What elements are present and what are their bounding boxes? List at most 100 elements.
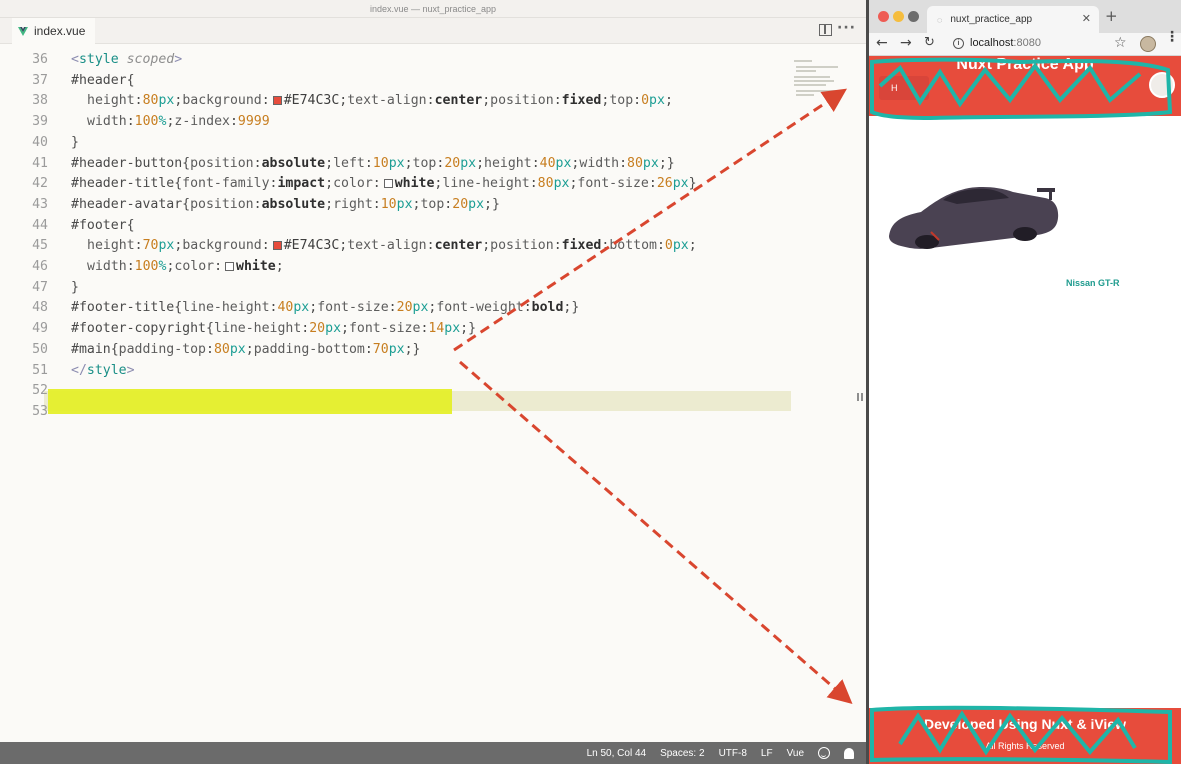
code-line-51[interactable]: 51 </style> (0, 361, 855, 382)
browser-tab-title: nuxt_practice_app (950, 14, 1033, 25)
footer-copyright: All Rights Reserved (985, 741, 1065, 751)
code-line-45[interactable]: 45 height:70px;background: #E74C3C;text-al… (0, 236, 855, 257)
scrollbar-marker (857, 393, 863, 401)
code-line-46[interactable]: 46 width:100%;color: white; (0, 257, 855, 278)
code-area[interactable]: 36 <style scoped> 37 #header{ 38 height:80px;… (0, 48, 855, 740)
new-tab-button[interactable]: + (1105, 7, 1118, 25)
editor-tab-bar: index.vue ··· (0, 18, 866, 44)
indentation-setting[interactable]: Spaces: 2 (660, 748, 704, 759)
code-line-43[interactable]: 43 #header-avatar{position:absolute;right… (0, 195, 855, 216)
editor-tab-label: index.vue (34, 24, 86, 38)
vue-file-icon (18, 26, 28, 36)
line-number: 50 (32, 341, 48, 357)
code-text[interactable]: <style scoped> (71, 50, 182, 71)
browser-window: ◌ nuxt_practice_app ✕ + ← → ↻ i localhos… (869, 0, 1181, 764)
code-text[interactable]: #header-button{position:absolute;left:10… (71, 154, 675, 175)
code-text[interactable]: height:70px;background: #E74C3C;text-alig… (71, 236, 697, 257)
page-footer: Developed Using Nuxt & iView All Rights … (869, 708, 1181, 764)
line-number: 52 (32, 383, 48, 399)
cursor-position[interactable]: Ln 50, Col 44 (587, 748, 647, 759)
more-actions-icon[interactable]: ··· (837, 20, 856, 36)
editor-scrollbar[interactable] (855, 48, 863, 740)
code-line-50[interactable]: 50 #main{padding-top:80px;padding-bottom:… (0, 340, 855, 361)
code-text[interactable]: #main{padding-top:80px;padding-bottom:70… (71, 340, 420, 361)
browser-menu-icon[interactable]: ⋮ (1165, 30, 1179, 44)
code-line-41[interactable]: 41 #header-button{position:absolute;left:… (0, 154, 855, 175)
code-text[interactable]: #header-avatar{position:absolute;right:1… (71, 195, 500, 216)
forward-arrow-icon[interactable]: → (900, 35, 912, 51)
close-tab-icon[interactable]: ✕ (1082, 12, 1091, 25)
line-number: 53 (32, 403, 48, 419)
reload-icon[interactable]: ↻ (924, 35, 935, 50)
editor-window-title: index.vue — nuxt_practice_app (0, 0, 866, 18)
line-number: 36 (32, 52, 48, 67)
line-number: 37 (32, 72, 48, 88)
car-name-label[interactable]: Nissan GT-R (1066, 278, 1120, 288)
footer-title: Developed Using Nuxt & iView (923, 716, 1126, 732)
code-text[interactable]: } (71, 278, 79, 299)
code-line-53[interactable]: 53 (0, 402, 855, 423)
code-line-48[interactable]: 48 #footer-title{line-height:40px;font-si… (0, 298, 855, 319)
extension-icon[interactable] (1140, 36, 1156, 52)
code-text[interactable]: #header-title{font-family:impact;color: w… (71, 174, 697, 195)
feedback-smiley-icon[interactable] (818, 747, 830, 759)
code-line-47[interactable]: 47} (0, 278, 855, 299)
minimize-window-button[interactable] (893, 11, 904, 22)
line-number: 41 (32, 155, 48, 171)
line-number: 43 (32, 196, 48, 212)
code-line-39[interactable]: 39 width:100%;z-index:9999 (0, 112, 855, 133)
code-text[interactable]: width:100%;color: white; (71, 257, 284, 278)
line-number: 38 (32, 93, 48, 109)
page-header: H Nuxt Practice App (869, 56, 1181, 116)
editor-tab-index-vue[interactable]: index.vue (12, 18, 96, 44)
header-title: Nuxt Practice App (956, 56, 1094, 73)
car-image[interactable] (887, 178, 1062, 258)
code-text[interactable]: #footer-title{line-height:40px;font-size… (71, 298, 579, 319)
language-mode[interactable]: Vue (787, 748, 804, 759)
line-ending[interactable]: LF (761, 748, 773, 759)
line-number: 46 (32, 259, 48, 274)
code-text[interactable]: #header{ (71, 71, 135, 92)
code-line-38[interactable]: 38 height:80px;background: #E74C3C;text-al… (0, 91, 855, 112)
loading-favicon-icon: ◌ (937, 14, 943, 25)
code-text[interactable]: #footer-copyright{line-height:20px;font-… (71, 319, 476, 340)
code-text[interactable]: } (71, 133, 79, 154)
code-text[interactable]: height:80px;background: #E74C3C;text-alig… (71, 91, 673, 112)
code-line-44[interactable]: 44 #footer{ (0, 216, 855, 237)
browser-tab-bar: ◌ nuxt_practice_app ✕ + (869, 0, 1181, 33)
bookmark-star-icon[interactable]: ☆ (1114, 35, 1127, 51)
code-text[interactable]: width:100%;z-index:9999 (71, 112, 270, 133)
zoom-window-button[interactable] (908, 11, 919, 22)
line-number: 39 (32, 114, 48, 130)
back-arrow-icon[interactable]: ← (876, 35, 888, 51)
line-number: 49 (32, 321, 48, 337)
line-number: 44 (32, 217, 48, 233)
code-line-37[interactable]: 37 #header{ (0, 71, 855, 92)
file-encoding[interactable]: UTF-8 (719, 748, 747, 759)
code-editor-window: index.vue — nuxt_practice_app index.vue … (0, 0, 866, 764)
url-port: :8080 (1013, 37, 1041, 49)
line-number: 40 (32, 134, 48, 150)
url-host: localhost (970, 37, 1014, 49)
notifications-bell-icon[interactable] (844, 747, 854, 759)
code-line-49[interactable]: 49 #footer-copyright{line-height:20px;fon… (0, 319, 855, 340)
site-info-icon[interactable]: i (953, 38, 964, 49)
code-line-42[interactable]: 42 #header-title{font-family:impact;color… (0, 174, 855, 195)
browser-toolbar: ← → ↻ i localhost:8080 ☆ ⋮ (869, 30, 1181, 56)
close-window-button[interactable] (878, 11, 889, 22)
code-line-52[interactable]: 52 (0, 381, 855, 402)
browser-tab[interactable]: ◌ nuxt_practice_app ✕ (927, 6, 1099, 33)
split-editor-icon[interactable] (819, 24, 832, 36)
address-bar[interactable]: localhost:8080 (970, 37, 1041, 49)
code-text[interactable]: #footer{ (71, 216, 135, 237)
code-text[interactable]: </style> (71, 361, 135, 382)
editor-status-bar: Ln 50, Col 44 Spaces: 2 UTF-8 LF Vue (0, 742, 866, 764)
line-number: 45 (32, 238, 48, 254)
line-number: 47 (32, 279, 48, 295)
line-number: 42 (32, 176, 48, 192)
minimap[interactable] (792, 58, 850, 102)
code-line-40[interactable]: 40} (0, 133, 855, 154)
line-number: 51 (32, 362, 48, 378)
header-avatar[interactable] (1149, 72, 1175, 98)
code-line-36[interactable]: 36 <style scoped> (0, 50, 855, 71)
